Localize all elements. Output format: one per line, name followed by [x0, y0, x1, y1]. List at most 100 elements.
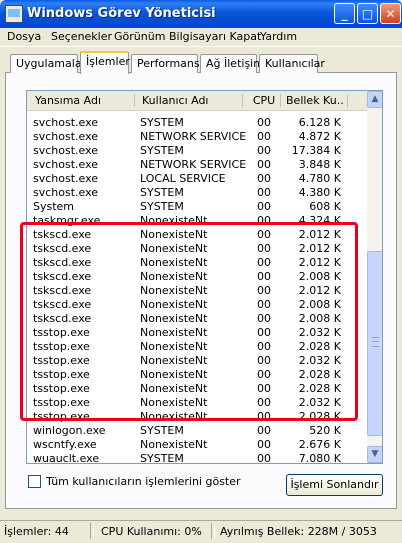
process-cpu: 00 [257, 130, 271, 143]
process-memory: 2.032 K [298, 354, 341, 367]
table-row[interactable]: taskmgr.exe NonexisteNt 00 4.324 K [27, 214, 367, 228]
table-row[interactable]: System SYSTEM 00 608 K [27, 200, 367, 214]
table-row[interactable]: svchost.exe NETWORK SERVICE 00 3.848 K [27, 158, 367, 172]
process-image-name: svchost.exe [33, 116, 99, 129]
table-row[interactable]: tsstop.exe NonexisteNt 00 2.028 K [27, 382, 367, 396]
scroll-thumb[interactable] [367, 251, 382, 436]
process-image-name: tskscd.exe [33, 256, 92, 269]
table-row[interactable]: svchost.exe NETWORK SERVICE 00 4.872 K [27, 130, 367, 144]
column-header-memory[interactable]: Bellek Ku... [286, 91, 344, 110]
process-user-name: NonexisteNt [140, 242, 208, 255]
table-row[interactable]: wuauclt.exe SYSTEM 00 7.080 K [27, 452, 367, 464]
column-header-image-name[interactable]: Yansıma Adı [35, 91, 133, 110]
table-row[interactable]: tsstop.exe NonexisteNt 00 2.028 K [27, 410, 367, 424]
scroll-down-button[interactable]: ▼ [367, 446, 382, 463]
column-divider[interactable] [347, 94, 348, 107]
table-row[interactable]: tsstop.exe NonexisteNt 00 2.032 K [27, 396, 367, 410]
process-image-name: tsstop.exe [33, 382, 90, 395]
process-cpu: 00 [257, 270, 271, 283]
status-divider [211, 523, 215, 539]
process-image-name: tskscd.exe [33, 270, 92, 283]
column-divider[interactable] [280, 94, 281, 107]
process-user-name: NonexisteNt [140, 354, 208, 367]
process-user-name: NonexisteNt [140, 340, 208, 353]
tab-performans[interactable]: Performans [131, 54, 200, 73]
table-row[interactable]: wscntfy.exe NonexisteNt 00 2.676 K [27, 438, 367, 452]
minimize-button[interactable]: _ [334, 3, 355, 24]
status-process-count: İşlemler: 44 [4, 525, 69, 538]
tab-islemler[interactable]: İşlemler [80, 51, 130, 74]
table-row[interactable]: svchost.exe SYSTEM 00 17.384 K [27, 144, 367, 158]
show-all-users-checkbox[interactable] [28, 475, 41, 488]
process-memory: 2.032 K [298, 396, 341, 409]
column-divider[interactable] [242, 94, 243, 107]
end-process-button[interactable]: İşlemi Sonlandır [286, 474, 383, 496]
table-row[interactable]: tskscd.exe NonexisteNt 00 2.012 K [27, 284, 367, 298]
menu-yardim[interactable]: Yardım [260, 30, 297, 43]
table-row[interactable]: tskscd.exe NonexisteNt 00 2.012 K [27, 228, 367, 242]
process-cpu: 00 [257, 452, 271, 464]
tab-ag-iletisimi[interactable]: Ağ İletişimi [200, 54, 267, 73]
column-header-user-name[interactable]: Kullanıcı Adı [142, 91, 240, 110]
process-cpu: 00 [257, 298, 271, 311]
process-cpu: 00 [257, 382, 271, 395]
vertical-scrollbar[interactable]: ▲ ▼ [367, 91, 382, 463]
close-button[interactable]: ✕ [380, 3, 401, 24]
column-header-cpu[interactable]: CPU [249, 91, 279, 110]
process-image-name: svchost.exe [33, 158, 99, 171]
process-image-name: tskscd.exe [33, 298, 92, 311]
process-cpu: 00 [257, 438, 271, 451]
process-image-name: winlogon.exe [33, 424, 106, 437]
scroll-up-button[interactable]: ▲ [367, 91, 382, 108]
process-image-name: System [33, 200, 75, 213]
tab-uygulamalar[interactable]: Uygulamalar [10, 54, 86, 73]
chevron-down-icon: ▼ [371, 449, 379, 459]
process-cpu: 00 [257, 326, 271, 339]
menu-gorunum[interactable]: Görünüm [114, 30, 165, 43]
process-memory: 4.780 K [298, 172, 341, 185]
table-row[interactable]: tskscd.exe NonexisteNt 00 2.008 K [27, 298, 367, 312]
menu-secenekler[interactable]: Seçenekler [51, 30, 112, 43]
process-image-name: tskscd.exe [33, 312, 92, 325]
table-row[interactable]: tskscd.exe NonexisteNt 00 2.012 K [27, 242, 367, 256]
minimize-icon: _ [341, 7, 348, 21]
table-row[interactable]: tskscd.exe NonexisteNt 00 2.008 K [27, 312, 367, 326]
process-user-name: SYSTEM [140, 200, 184, 213]
process-image-name: svchost.exe [33, 172, 99, 185]
table-row[interactable]: svchost.exe LOCAL SERVICE 00 4.780 K [27, 172, 367, 186]
process-cpu: 00 [257, 116, 271, 129]
show-all-users-label[interactable]: Tüm kullanıcıların işlemlerini göster [46, 475, 241, 488]
table-row[interactable]: tsstop.exe NonexisteNt 00 2.028 K [27, 368, 367, 382]
process-cpu: 00 [257, 396, 271, 409]
table-row[interactable]: svchost.exe SYSTEM 00 6.128 K [27, 116, 367, 130]
process-memory: 4.380 K [298, 186, 341, 199]
process-cpu: 00 [257, 410, 271, 423]
column-divider[interactable] [134, 94, 135, 107]
title-bar[interactable]: Windows Görev Yöneticisi _ □ ✕ [0, 0, 402, 28]
table-row[interactable]: tskscd.exe NonexisteNt 00 2.012 K [27, 256, 367, 270]
window-title: Windows Görev Yöneticisi [27, 6, 216, 21]
process-user-name: SYSTEM [140, 424, 184, 437]
process-image-name: wuauclt.exe [33, 452, 100, 464]
process-user-name: NonexisteNt [140, 410, 208, 423]
table-row[interactable]: tsstop.exe NonexisteNt 00 2.032 K [27, 354, 367, 368]
table-row[interactable]: tsstop.exe NonexisteNt 00 2.032 K [27, 326, 367, 340]
menu-bar: Dosya Seçenekler Görünüm Bilgisayarı Kap… [0, 28, 402, 47]
process-cpu: 00 [257, 200, 271, 213]
process-cpu: 00 [257, 284, 271, 297]
menu-dosya[interactable]: Dosya [7, 30, 41, 43]
table-row[interactable]: tskscd.exe NonexisteNt 00 2.008 K [27, 270, 367, 284]
table-row[interactable]: winlogon.exe SYSTEM 00 520 K [27, 424, 367, 438]
table-row[interactable]: tsstop.exe NonexisteNt 00 2.028 K [27, 340, 367, 354]
menu-bilgisayari-kapat[interactable]: Bilgisayarı Kapat [169, 30, 261, 43]
maximize-button[interactable]: □ [357, 3, 378, 24]
tab-kullanicilar[interactable]: Kullanıcılar [259, 54, 325, 73]
process-user-name: NonexisteNt [140, 438, 208, 451]
process-memory: 2.032 K [298, 326, 341, 339]
process-list[interactable]: Yansıma Adı Kullanıcı Adı CPU Bellek Ku.… [26, 90, 383, 464]
process-user-name: SYSTEM [140, 186, 184, 199]
process-cpu: 00 [257, 172, 271, 185]
process-memory: 608 K [309, 200, 341, 213]
process-cpu: 00 [257, 242, 271, 255]
table-row[interactable]: svchost.exe SYSTEM 00 4.380 K [27, 186, 367, 200]
